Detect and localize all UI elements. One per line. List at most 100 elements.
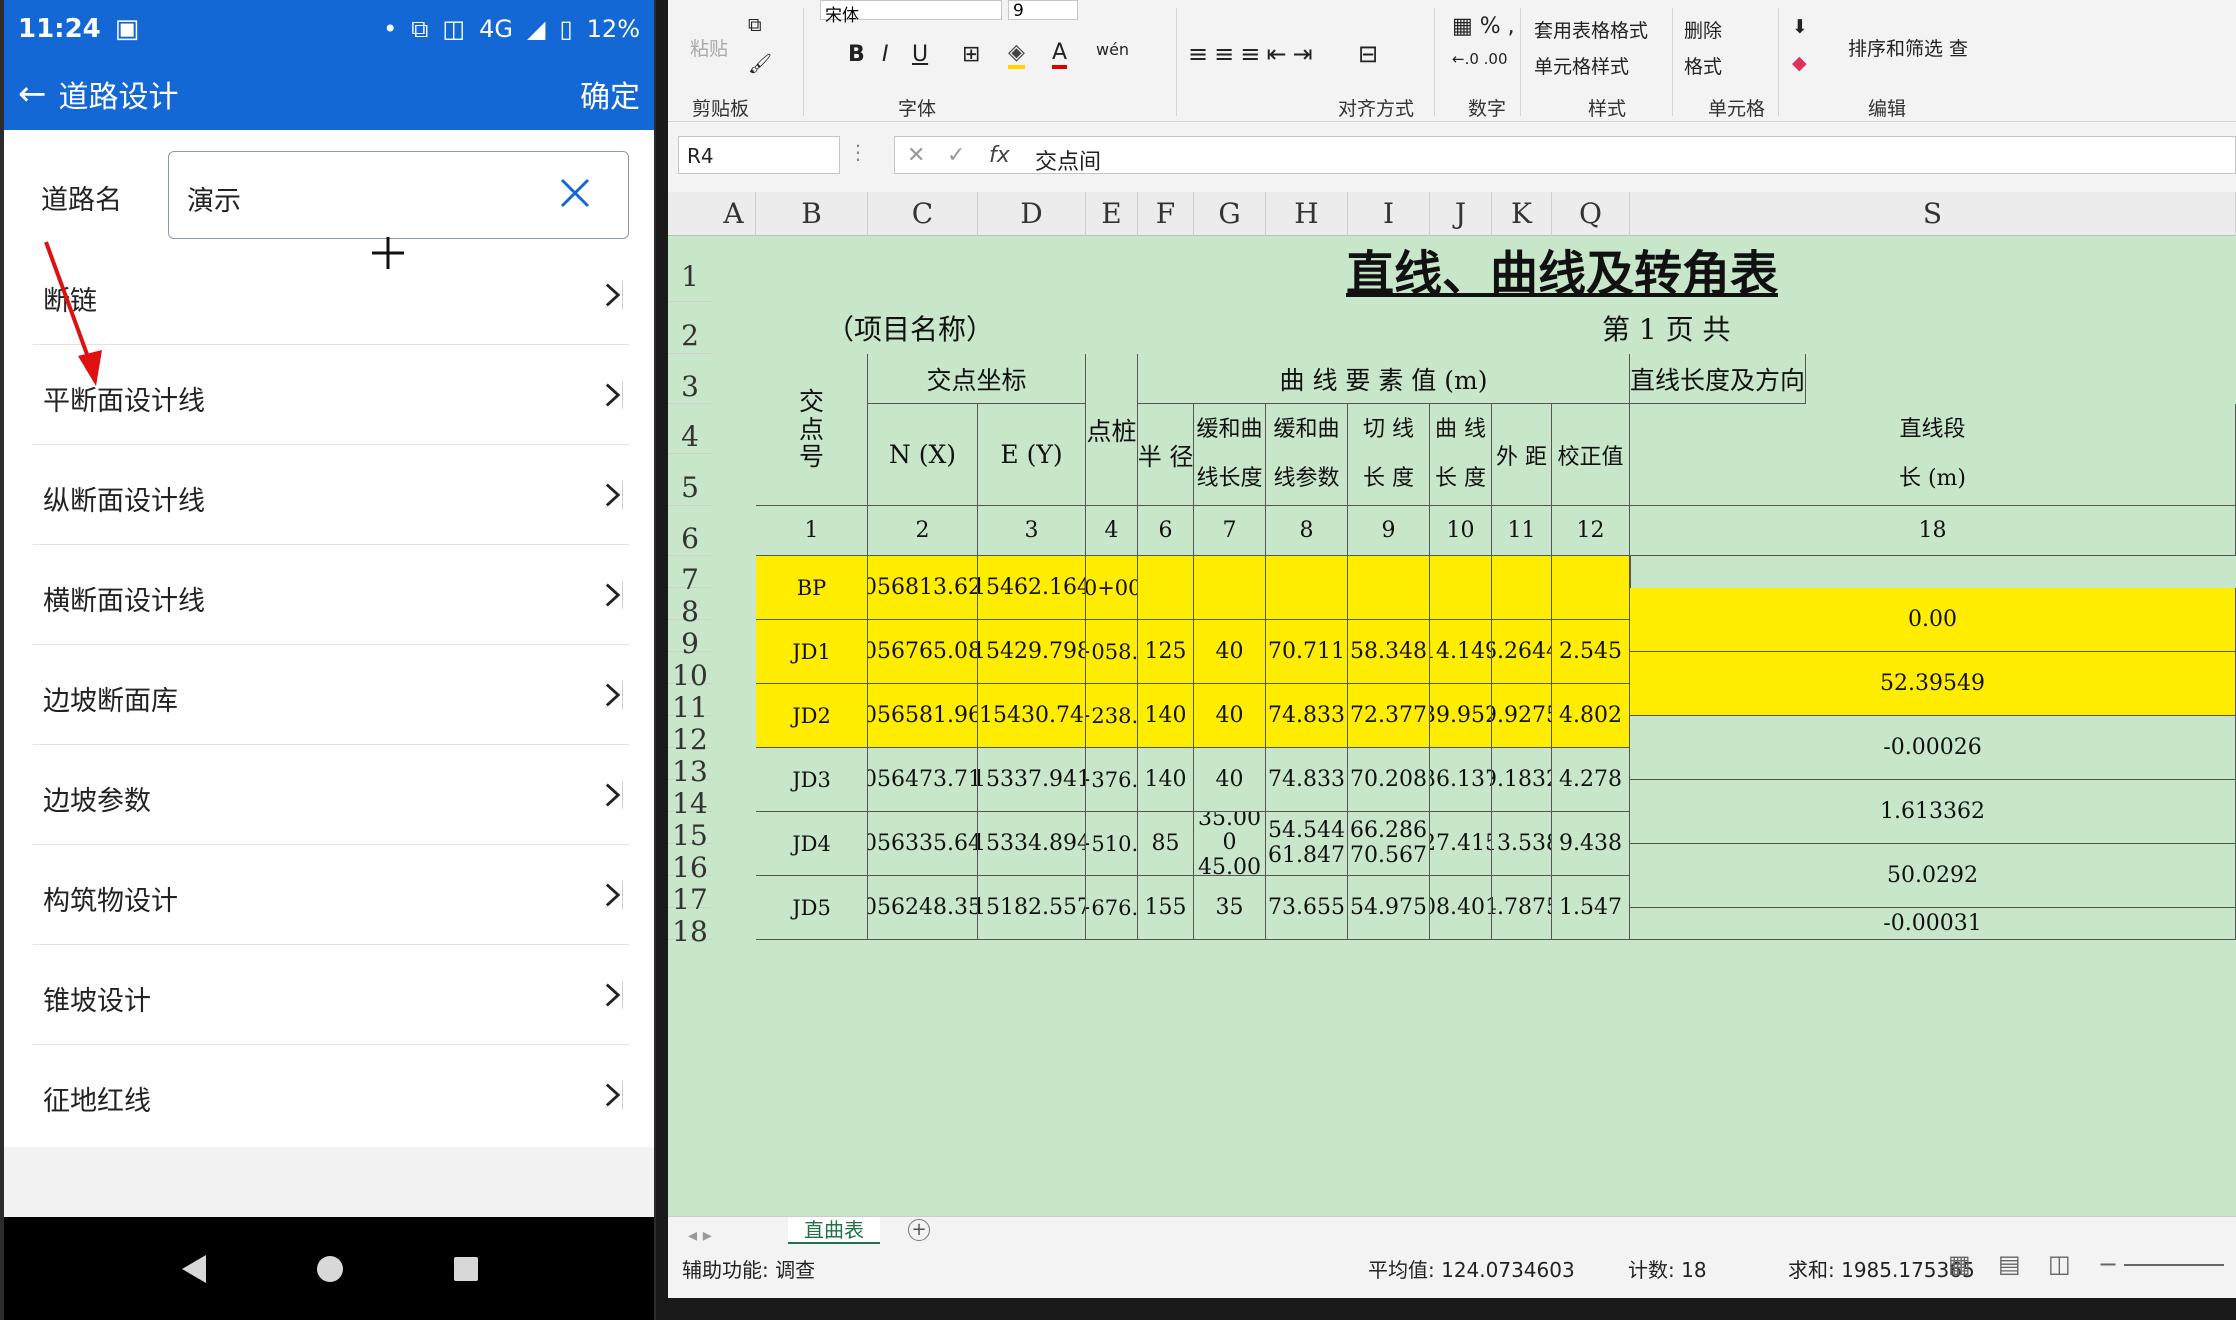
straight-len-3[interactable]: 1.613362	[1630, 780, 2236, 844]
hdr-tangent[interactable]: 切 线 长 度	[1348, 404, 1430, 506]
menu-item-profile-design-line[interactable]: 纵断面设计线	[33, 445, 629, 545]
data-JD1-ls[interactable]: 40	[1194, 620, 1266, 684]
row-header-10[interactable]: 10	[668, 652, 712, 692]
format-button[interactable]: 格式	[1684, 52, 1722, 79]
bold-icon[interactable]: B	[848, 42, 865, 67]
column-header-B[interactable]: B	[756, 192, 868, 236]
font-name-select[interactable]: 宋体	[820, 0, 1002, 26]
column-number-18[interactable]: 18	[1630, 506, 2236, 556]
data-JD1-l[interactable]: 114.1499	[1430, 620, 1492, 684]
hdr-jd[interactable]: 交 点 号	[756, 354, 868, 506]
menu-item-slope-library[interactable]: 边坡断面库	[33, 645, 629, 745]
data-JD3-jd[interactable]: JD3	[756, 748, 868, 812]
column-number-12[interactable]: 12	[1552, 506, 1630, 556]
data-JD4-l[interactable]: 127.4156	[1430, 812, 1492, 876]
data-JD2-ls[interactable]: 40	[1194, 684, 1266, 748]
data-JD5-ls[interactable]: 35	[1194, 876, 1266, 940]
font-color-icon[interactable]: A	[1052, 40, 1068, 69]
phonetic-icon[interactable]: wén	[1096, 40, 1129, 59]
data-JD1-jd[interactable]: JD1	[756, 620, 868, 684]
project-name[interactable]: （项目名称）	[756, 302, 1138, 354]
column-number-3[interactable]: 3	[978, 506, 1086, 556]
sheet-tab-active[interactable]: 直曲表001	[788, 1217, 880, 1268]
row-header-9[interactable]: 9	[668, 620, 712, 660]
enter-icon[interactable]: ✓	[947, 143, 965, 168]
hdr-nx[interactable]: N (X)	[868, 404, 978, 506]
data-JD3-c[interactable]: 4.278	[1552, 748, 1630, 812]
column-number-10[interactable]: 10	[1430, 506, 1492, 556]
row-header-16[interactable]: 16	[668, 844, 712, 884]
hdr-seg[interactable]: 直线段 长 (m)	[1630, 404, 2236, 506]
sum-dropdown-icon[interactable]: ⬇	[1792, 16, 1808, 38]
data-JD3-a[interactable]: 74.833	[1266, 748, 1348, 812]
data-JD5-r[interactable]: 155	[1138, 876, 1194, 940]
align-icons[interactable]: ≡≡≡⇤⇥	[1188, 40, 1319, 68]
menu-item-plan-design-line[interactable]: 平断面设计线	[33, 345, 629, 445]
tab-scroll-icons[interactable]: ◂ ▸	[688, 1225, 712, 1246]
format-painter-icon[interactable]: 🖌	[748, 52, 772, 75]
column-number-4[interactable]: 4	[1086, 506, 1138, 556]
column-header-I[interactable]: I	[1348, 192, 1430, 236]
data-JD5-st[interactable]: K0+676.668	[1086, 876, 1138, 940]
data-BP-e[interactable]: 515462.1647	[978, 556, 1086, 620]
data-JD5-e[interactable]: 515182.5579	[978, 876, 1086, 940]
data-BP-c[interactable]	[1552, 556, 1630, 620]
data-JD2-c[interactable]: 4.802	[1552, 684, 1630, 748]
worksheet-grid[interactable]: ABCDEFGHIJKQS 1 2 3 4 5 6 7 8 9 10 11 12 13 14 15 16 17 1…	[668, 192, 2236, 1216]
data-JD3-e[interactable]: 515337.9418	[978, 748, 1086, 812]
menu-item-broken-chain[interactable]: 断链	[33, 245, 629, 345]
hdr-curve[interactable]: 曲 线 要 素 值 (m)	[1138, 354, 1630, 404]
border-icon[interactable]: ⊞	[962, 42, 980, 67]
hdr-spiral-par[interactable]: 缓和曲 线参数	[1266, 404, 1348, 506]
data-JD4-t[interactable]: 66.286 70.567	[1348, 812, 1430, 876]
column-number-11[interactable]: 11	[1492, 506, 1552, 556]
cancel-icon[interactable]: ✕	[907, 143, 925, 168]
data-JD2-ext[interactable]: 9.9275	[1492, 684, 1552, 748]
column-header-C[interactable]: C	[868, 192, 978, 236]
hdr-straight[interactable]: 直线长度及方向	[1630, 354, 1807, 404]
row-header-12[interactable]: 12	[668, 716, 712, 756]
data-JD1-r[interactable]: 125	[1138, 620, 1194, 684]
road-name-input[interactable]: 演示	[168, 151, 629, 239]
row-header-14[interactable]: 14	[668, 780, 712, 820]
row-header-11[interactable]: 11	[668, 684, 712, 724]
column-header-G[interactable]: G	[1194, 192, 1266, 236]
straight-len-0[interactable]: 0.00	[1630, 588, 2236, 652]
data-JD4-st[interactable]: K0+510.535	[1086, 812, 1138, 876]
number-format-icons[interactable]: ▦ % ,	[1452, 14, 1515, 39]
zoom-out-icon[interactable]: −	[2098, 1250, 2118, 1278]
hdr-curve-len[interactable]: 曲 线 长 度	[1430, 404, 1492, 506]
hdr-coord[interactable]: 交点坐标	[868, 354, 1086, 404]
back-triangle-icon[interactable]	[178, 1253, 208, 1285]
fill-color-icon[interactable]: ◈	[1008, 40, 1025, 69]
delete-button[interactable]: 删除	[1684, 16, 1722, 43]
table-style-button[interactable]: 套用表格格式	[1534, 16, 1648, 43]
data-BP-n[interactable]: 3056813.629	[868, 556, 978, 620]
data-JD4-ext[interactable]: 13.538	[1492, 812, 1552, 876]
merge-icon[interactable]: ⊟	[1358, 40, 1378, 68]
data-JD1-st[interactable]: K0+058.348	[1086, 620, 1138, 684]
data-JD5-c[interactable]: 1.547	[1552, 876, 1630, 940]
normal-view-icon[interactable]: ▦	[1948, 1250, 1971, 1278]
data-JD3-ext[interactable]: 9.1832	[1492, 748, 1552, 812]
back-arrow-icon[interactable]: ←	[18, 74, 47, 114]
data-JD3-r[interactable]: 140	[1138, 748, 1194, 812]
data-JD1-e[interactable]: 515429.7989	[978, 620, 1086, 684]
menu-item-cross-section-line[interactable]: 横断面设计线	[33, 545, 629, 645]
data-JD2-st[interactable]: K0+238.923	[1086, 684, 1138, 748]
add-sheet-icon[interactable]: +	[908, 1219, 930, 1241]
data-BP-a[interactable]	[1266, 556, 1348, 620]
row-header-2[interactable]: 2	[668, 302, 712, 354]
copy-icon[interactable]: ⧉	[748, 14, 762, 36]
data-BP-jd[interactable]: BP	[756, 556, 868, 620]
data-JD1-ext[interactable]: 6.2644	[1492, 620, 1552, 684]
home-circle-icon[interactable]	[315, 1254, 345, 1284]
accessibility-status[interactable]: 辅助功能: 调查	[682, 1254, 815, 1283]
formula-input[interactable]: ✕ ✓ fx 交点间	[894, 136, 2236, 175]
data-JD2-t[interactable]: 72.377	[1348, 684, 1430, 748]
recents-square-icon[interactable]	[452, 1255, 480, 1283]
data-JD3-st[interactable]: K0+376.705	[1086, 748, 1138, 812]
page-layout-icon[interactable]: ▤	[1998, 1250, 2021, 1278]
column-number-9[interactable]: 9	[1348, 506, 1430, 556]
column-number-8[interactable]: 8	[1266, 506, 1348, 556]
